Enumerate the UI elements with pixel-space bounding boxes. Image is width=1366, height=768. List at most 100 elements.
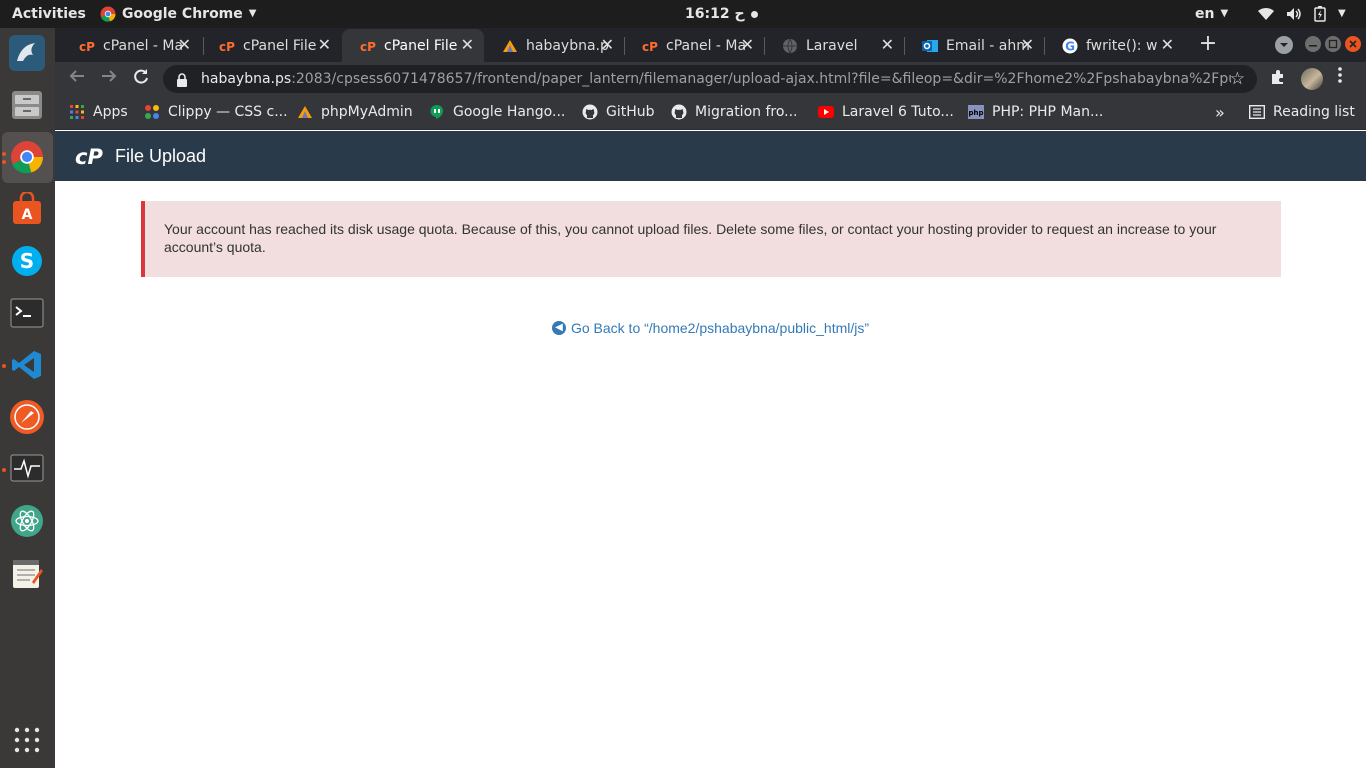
dock-postman[interactable] <box>8 398 46 436</box>
close-window-button[interactable] <box>1345 36 1361 52</box>
language-indicator[interactable]: en ▼ <box>1195 0 1228 28</box>
bookmark-clippy[interactable]: Clippy — CSS c... <box>144 96 288 128</box>
tab-cpanel-main[interactable]: cP cPanel - Ma ✕ <box>61 29 201 62</box>
chevron-down-icon <box>1280 43 1288 47</box>
bookmark-label: Google Hango... <box>453 104 566 120</box>
dock-vscode[interactable] <box>8 346 46 384</box>
bookmarks-bar: Apps Clippy — CSS c... phpMyAdmin Google… <box>55 96 1366 130</box>
close-icon[interactable]: ✕ <box>1161 37 1174 53</box>
bookmark-label: Migration fro... <box>695 104 798 120</box>
system-top-bar: Activities Google Chrome ▼ 16:12 ح en ▼ … <box>0 0 1366 28</box>
svg-text:G: G <box>1065 39 1075 53</box>
apps-grid-icon <box>69 104 85 120</box>
dock-terminal[interactable] <box>8 294 46 332</box>
reading-list-button[interactable]: Reading list <box>1249 96 1355 128</box>
url-host: habaybna.ps <box>201 71 292 87</box>
running-indicator-icon <box>2 152 6 156</box>
dock-software-center[interactable]: A <box>8 190 46 228</box>
dock-system-monitor[interactable] <box>8 450 46 488</box>
cpanel-icon: cP <box>642 38 658 54</box>
tab-phpmyadmin[interactable]: habaybna.p ✕ <box>484 29 624 62</box>
bookmark-apps[interactable]: Apps <box>69 96 128 128</box>
dock-chrome[interactable] <box>8 138 46 176</box>
extensions-icon[interactable] <box>1269 68 1287 90</box>
close-icon[interactable]: ✕ <box>461 37 474 53</box>
chevron-double-right-icon[interactable]: » <box>1215 103 1225 122</box>
star-icon[interactable]: ☆ <box>1230 69 1245 89</box>
browser-toolbar: habaybna.ps:2083/cpsess6071478657/fronte… <box>55 62 1366 96</box>
page-title: File Upload <box>115 145 207 166</box>
tab-outlook[interactable]: Email - ahm ✕ <box>904 29 1044 62</box>
dock-atom[interactable] <box>8 502 46 540</box>
dock-files[interactable] <box>8 86 46 124</box>
running-indicator-icon <box>2 364 6 368</box>
chrome-window: cP cPanel - Ma ✕ cP cPanel File ✕ cP cPa… <box>55 28 1366 768</box>
tab-google-fwrite[interactable]: G fwrite(): w ✕ <box>1044 29 1184 62</box>
apps-grid-icon <box>14 727 40 753</box>
github-icon <box>671 104 687 120</box>
chevron-down-icon: ▼ <box>1338 8 1346 19</box>
close-icon <box>1349 40 1357 48</box>
close-icon[interactable]: ✕ <box>178 37 191 53</box>
close-icon[interactable]: ✕ <box>318 37 331 53</box>
close-icon[interactable]: ✕ <box>741 37 754 53</box>
notification-dot-icon <box>750 10 758 18</box>
battery-icon <box>1314 6 1326 22</box>
dock-mysql-workbench[interactable] <box>8 34 46 72</box>
bookmark-laravel-tutorial[interactable]: Laravel 6 Tuto... <box>818 96 954 128</box>
dolphin-icon <box>9 35 45 71</box>
bookmark-github[interactable]: GitHub <box>582 96 655 128</box>
dock-text-editor[interactable] <box>8 554 46 592</box>
reload-button[interactable] <box>129 67 153 91</box>
url-text[interactable]: habaybna.ps:2083/cpsess6071478657/fronte… <box>201 71 1231 87</box>
reading-list-label: Reading list <box>1273 104 1355 120</box>
avatar[interactable] <box>1301 68 1323 90</box>
more-vert-icon[interactable] <box>1337 66 1343 89</box>
dock-skype[interactable]: S <box>8 242 46 280</box>
bookmark-phpmyadmin[interactable]: phpMyAdmin <box>297 96 413 128</box>
terminal-icon <box>10 298 44 328</box>
hangouts-icon <box>429 104 445 120</box>
vscode-icon <box>12 351 41 379</box>
tab-search-button[interactable] <box>1275 36 1293 54</box>
alert-message: Your account has reached its disk usage … <box>164 221 1217 255</box>
go-back-link[interactable]: ◀ Go Back to “/home2/pshabaybna/public_h… <box>551 320 869 336</box>
maximize-button[interactable] <box>1325 36 1341 52</box>
app-name: Google Chrome <box>122 6 243 22</box>
close-icon[interactable]: ✕ <box>1021 37 1034 53</box>
bookmark-migration[interactable]: Migration fro... <box>671 96 798 128</box>
globe-icon <box>782 38 798 54</box>
new-tab-button[interactable]: + <box>1195 32 1221 58</box>
bookmark-label: GitHub <box>606 104 655 120</box>
forward-button[interactable] <box>97 67 121 91</box>
tab-cpanel-main-2[interactable]: cP cPanel - Ma ✕ <box>624 29 764 62</box>
system-tray[interactable]: ▼ <box>1258 0 1346 28</box>
clock[interactable]: 16:12 ح <box>685 0 758 28</box>
show-applications-button[interactable] <box>8 721 46 759</box>
chevron-down-icon: ▼ <box>248 8 257 19</box>
tab-cpanel-file-active[interactable]: cP cPanel File ✕ <box>342 29 484 62</box>
close-icon[interactable]: ✕ <box>601 37 614 53</box>
cpanel-icon: cP <box>79 38 95 54</box>
app-menu[interactable]: Google Chrome ▼ <box>100 0 256 28</box>
address-bar[interactable]: habaybna.ps:2083/cpsess6071478657/fronte… <box>163 65 1257 93</box>
bookmark-php-manual[interactable]: php PHP: PHP Man... <box>968 96 1103 128</box>
svg-text:cP: cP <box>360 40 376 52</box>
go-back-container: ◀ Go Back to “/home2/pshabaybna/public_h… <box>55 317 1366 336</box>
tab-laravel[interactable]: Laravel ✕ <box>764 29 904 62</box>
minimize-button[interactable] <box>1305 36 1321 52</box>
close-icon[interactable]: ✕ <box>881 37 894 53</box>
chrome-icon <box>100 6 116 22</box>
file-cabinet-icon <box>12 91 42 119</box>
tab-cpanel-file-1[interactable]: cP cPanel File ✕ <box>201 29 341 62</box>
back-button[interactable] <box>65 67 89 91</box>
activities-button[interactable]: Activities <box>12 0 86 28</box>
bookmark-hangouts[interactable]: Google Hango... <box>429 96 565 128</box>
lock-icon[interactable] <box>175 72 189 87</box>
chrome-icon <box>11 141 43 174</box>
svg-text:cP: cP <box>219 40 235 52</box>
cpanel-icon: cP <box>360 38 376 54</box>
svg-text:cP: cP <box>75 145 103 167</box>
youtube-icon <box>818 104 834 120</box>
svg-text:php: php <box>968 109 983 117</box>
